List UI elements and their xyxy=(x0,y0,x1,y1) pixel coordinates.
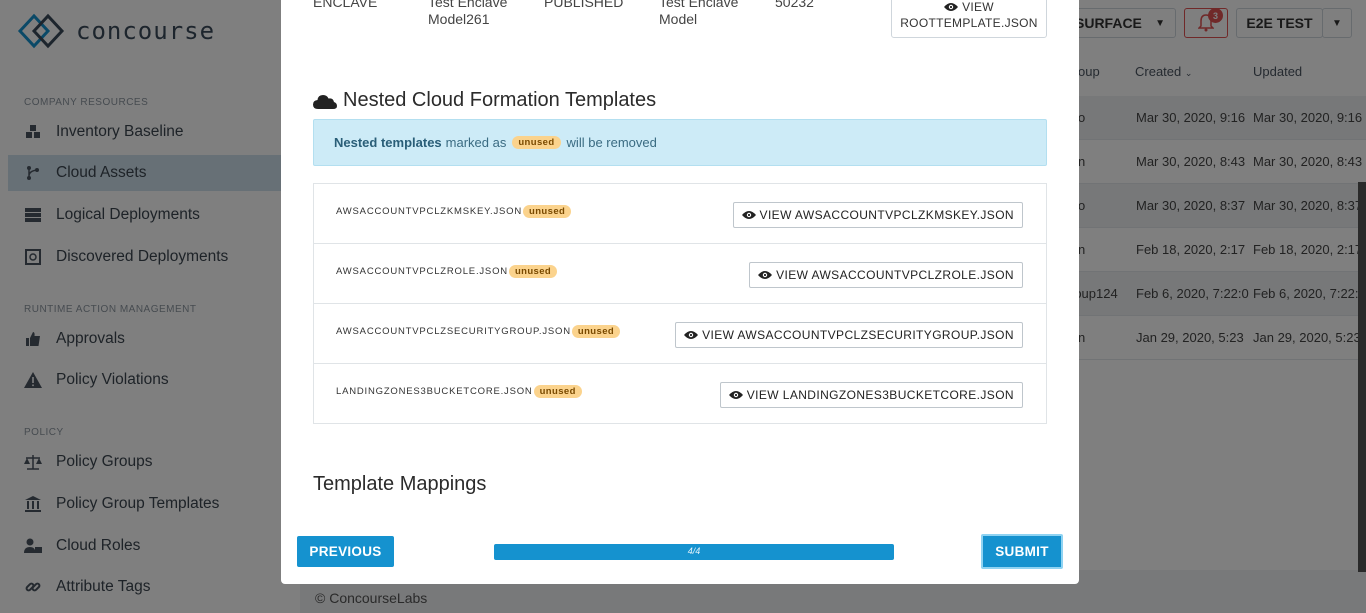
summary-name-line1: Test Enclave xyxy=(428,0,508,10)
summary-name-line2: Model261 xyxy=(428,11,490,27)
list-item: AWSACCOUNTVPCLZROLE.JSON unused VIEW AWS… xyxy=(314,244,1046,304)
summary-status: PUBLISHED xyxy=(544,0,624,10)
template-filename: AWSACCOUNTVPCLZSECURITYGROUP.JSON xyxy=(336,326,571,337)
view-template-label: VIEW AWSACCOUNTVPCLZSECURITYGROUP.JSON xyxy=(702,328,1014,342)
unused-badge: unused xyxy=(512,136,561,149)
unused-templates-notice: Nested templates marked as unused will b… xyxy=(313,119,1047,166)
template-filename: AWSACCOUNTVPCLZKMSKEY.JSON xyxy=(336,206,523,217)
view-root-template-button[interactable]: VIEW ROOTTEMPLATE.JSON xyxy=(891,0,1047,38)
view-root-line1: VIEW xyxy=(962,0,994,14)
notice-bold: Nested templates xyxy=(334,135,442,150)
unused-badge: unused xyxy=(508,265,558,278)
list-item: LANDINGZONES3BUCKETCORE.JSON unused VIEW… xyxy=(314,364,1046,424)
notice-post: will be removed xyxy=(566,135,657,150)
previous-button[interactable]: PREVIOUS xyxy=(297,536,394,567)
template-name: AWSACCOUNTVPCLZSECURITYGROUP.JSON unused xyxy=(336,325,624,338)
view-template-label: VIEW LANDINGZONES3BUCKETCORE.JSON xyxy=(746,388,1014,402)
nested-templates-list: AWSACCOUNTVPCLZKMSKEY.JSON unused VIEW A… xyxy=(313,183,1047,424)
unused-badge: unused xyxy=(523,205,572,218)
nested-templates-title: Nested Cloud Formation Templates xyxy=(343,89,657,111)
view-template-button[interactable]: VIEW LANDINGZONES3BUCKETCORE.JSON xyxy=(719,382,1023,408)
template-filename: LANDINGZONES3BUCKETCORE.JSON xyxy=(336,386,533,397)
unused-badge: unused xyxy=(533,385,582,398)
template-mappings-heading: Template Mappings xyxy=(313,473,486,496)
eye-icon xyxy=(741,211,756,219)
submit-button[interactable]: SUBMIT xyxy=(981,534,1063,569)
template-mappings-title: Template Mappings xyxy=(313,473,487,495)
root-template-summary-row: ENCLAVE Test Enclave Model261 PUBLISHED … xyxy=(313,0,1047,40)
list-item: AWSACCOUNTVPCLZSECURITYGROUP.JSON unused… xyxy=(314,304,1046,364)
template-name: LANDINGZONES3BUCKETCORE.JSON unused xyxy=(336,385,586,398)
template-filename: AWSACCOUNTVPCLZROLE.JSON xyxy=(336,266,508,277)
cloud-icon xyxy=(313,94,337,109)
view-template-button[interactable]: VIEW AWSACCOUNTVPCLZSECURITYGROUP.JSON xyxy=(675,322,1023,348)
template-name: AWSACCOUNTVPCLZROLE.JSON unused xyxy=(336,265,561,278)
nested-templates-heading: Nested Cloud Formation Templates xyxy=(313,89,656,112)
wizard-progress-bar: 4/4 xyxy=(494,544,894,560)
unused-badge: unused xyxy=(571,325,621,338)
summary-description-line2: Model xyxy=(659,11,698,27)
summary-type: ENCLAVE xyxy=(313,0,378,10)
template-review-modal: ENCLAVE Test Enclave Model261 PUBLISHED … xyxy=(281,0,1079,584)
notice-pre: marked as xyxy=(445,135,507,150)
eye-icon xyxy=(944,3,959,11)
summary-description: Test Enclave Model xyxy=(659,0,738,28)
view-root-line2: ROOTTEMPLATE.JSON xyxy=(900,16,1038,30)
view-template-label: VIEW AWSACCOUNTVPCLZKMSKEY.JSON xyxy=(759,208,1014,222)
view-template-button[interactable]: VIEW AWSACCOUNTVPCLZROLE.JSON xyxy=(749,262,1023,288)
eye-icon xyxy=(684,331,699,339)
list-item: AWSACCOUNTVPCLZKMSKEY.JSON unused VIEW A… xyxy=(314,184,1046,244)
eye-icon xyxy=(758,271,773,279)
view-template-button[interactable]: VIEW AWSACCOUNTVPCLZKMSKEY.JSON xyxy=(732,202,1023,228)
summary-name: Test Enclave Model261 xyxy=(428,0,507,28)
progress-text: 4/4 xyxy=(687,546,701,556)
summary-description-line1: Test Enclave xyxy=(659,0,739,10)
eye-icon xyxy=(728,391,743,399)
summary-version: 50232 xyxy=(775,0,814,10)
view-template-label: VIEW AWSACCOUNTVPCLZROLE.JSON xyxy=(776,268,1014,282)
template-name: AWSACCOUNTVPCLZKMSKEY.JSON unused xyxy=(336,205,575,218)
